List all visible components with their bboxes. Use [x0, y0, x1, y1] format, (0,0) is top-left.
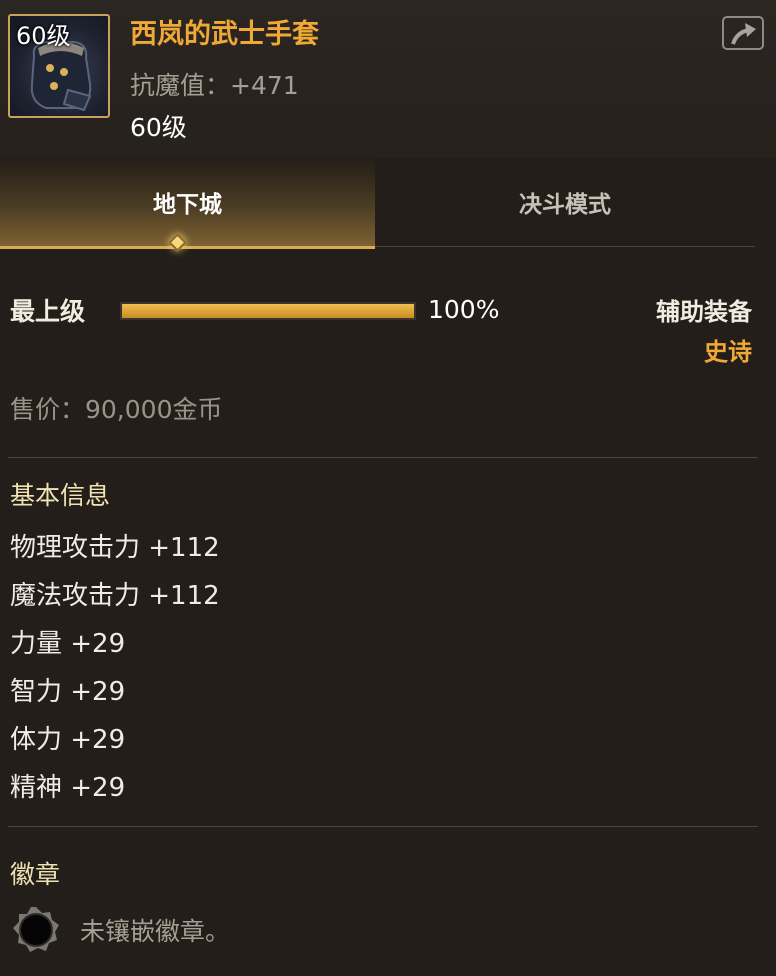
rarity-label: 史诗 — [704, 338, 752, 366]
emblem-slot-row: 未镶嵌徽章。 — [12, 903, 230, 957]
stat-spirit: 精神 +29 — [10, 773, 126, 803]
sale-price: 售价：90,000金币 — [10, 395, 223, 424]
item-name: 西岚的武士手套 — [130, 19, 319, 50]
tab-dungeon[interactable]: 地下城 — [0, 158, 375, 249]
grade-bar — [120, 302, 416, 320]
basic-info-title: 基本信息 — [10, 481, 111, 510]
item-icon-frame[interactable]: 60级 — [8, 14, 110, 118]
tab-pvp[interactable]: 决斗模式 — [375, 158, 755, 247]
share-icon — [731, 23, 756, 45]
grade-label: 最上级 — [10, 297, 86, 326]
stat-strength: 力量 +29 — [10, 629, 126, 659]
emblem-title: 徽章 — [10, 860, 61, 889]
grade-bar-fill — [122, 304, 414, 318]
divider — [8, 457, 758, 458]
stat-magic-attack: 魔法攻击力 +112 — [10, 581, 220, 611]
mode-tabs: 地下城 决斗模式 — [0, 158, 776, 252]
equip-type: 辅助装备 — [656, 298, 752, 326]
share-button[interactable] — [722, 16, 764, 50]
magic-resist-value: 抗魔值：+471 — [130, 71, 299, 100]
required-level: 60级 — [130, 113, 187, 142]
emblem-empty-text: 未镶嵌徽章。 — [80, 917, 231, 946]
stat-vitality: 体力 +29 — [10, 725, 126, 755]
stat-intelligence: 智力 +29 — [10, 677, 126, 707]
divider — [8, 826, 758, 827]
item-level-badge: 60级 — [16, 22, 71, 50]
item-header: 60级 西岚的武士手套 抗魔值：+471 60级 — [0, 0, 776, 158]
stat-physical-attack: 物理攻击力 +112 — [10, 533, 220, 563]
grade-percent: 100% — [428, 295, 500, 324]
emblem-socket-icon[interactable] — [12, 906, 60, 954]
